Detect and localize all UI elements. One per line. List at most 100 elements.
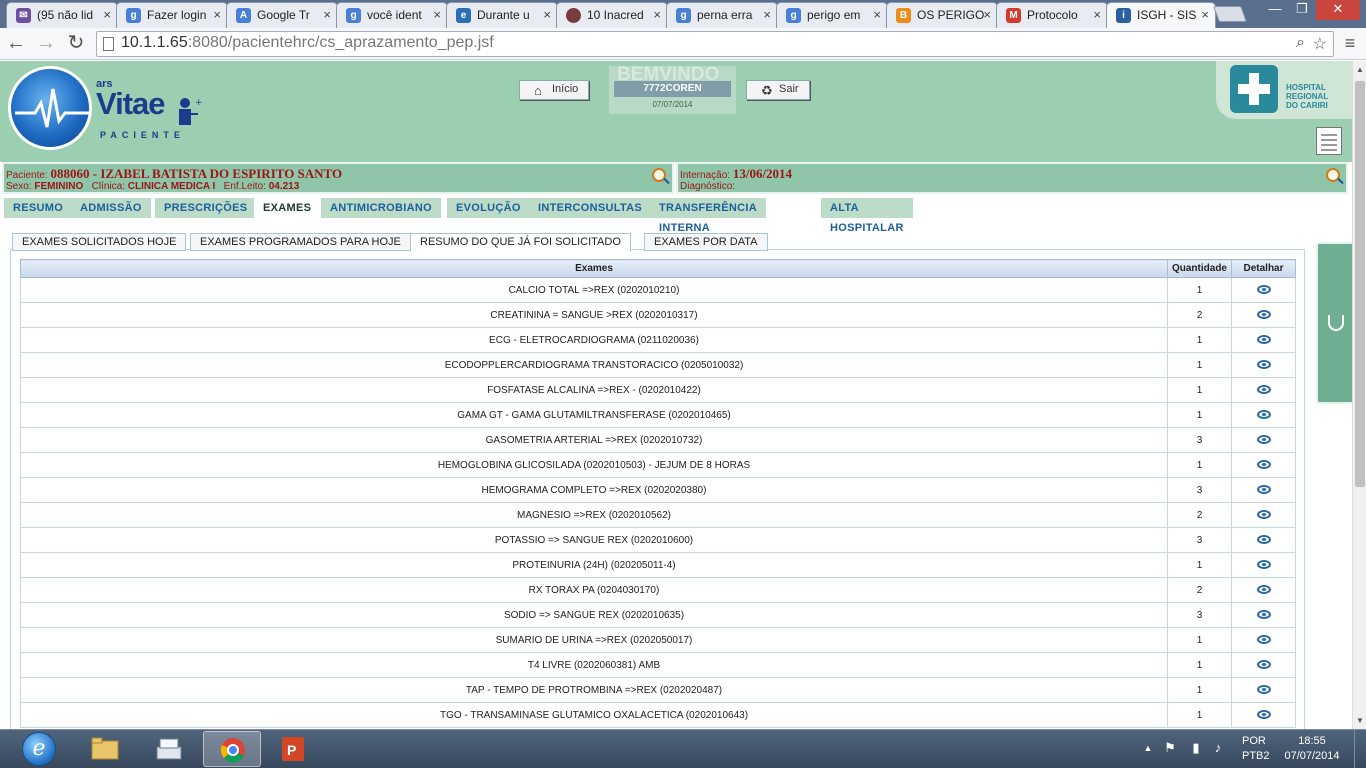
home-button[interactable]: ⌂ Início [519, 80, 590, 100]
view-detail-icon[interactable] [1256, 560, 1271, 570]
menu-exames[interactable]: EXAMES [254, 198, 321, 218]
new-tab-button[interactable] [1213, 6, 1247, 22]
table-row[interactable]: CALCIO TOTAL =>REX (0202010210) 1 [20, 277, 1296, 303]
close-icon[interactable]: × [433, 7, 441, 22]
menu-icon[interactable]: ≡ [1338, 32, 1362, 56]
vertical-scrollbar[interactable]: ▲ ▼ [1352, 61, 1366, 729]
view-detail-icon[interactable] [1256, 410, 1271, 420]
column-header-quantidade[interactable]: Quantidade [1167, 259, 1232, 278]
browser-tab[interactable]: M Protocolo × [996, 2, 1108, 28]
show-hidden-icons[interactable]: ▲ [1140, 740, 1156, 756]
close-icon[interactable]: × [323, 7, 331, 22]
view-detail-icon[interactable] [1256, 360, 1271, 370]
table-row[interactable]: T4 LIVRE (0202060381) AMB 1 [20, 652, 1296, 678]
table-row[interactable]: HEMOGRAMA COMPLETO =>REX (0202020380) 3 [20, 477, 1296, 503]
table-row[interactable]: ECODOPPLERCARDIOGRAMA TRANSTORACICO (020… [20, 352, 1296, 378]
taskbar-powerpoint[interactable]: P [264, 731, 322, 767]
browser-tab[interactable]: B OS PERIGO × [886, 2, 998, 28]
scrollbar-thumb[interactable] [1355, 81, 1365, 487]
network-icon[interactable]: ⚑ [1162, 740, 1178, 756]
volume-icon[interactable]: ♪ [1210, 740, 1226, 756]
document-icon[interactable] [1316, 127, 1342, 155]
view-detail-icon[interactable] [1256, 585, 1271, 595]
close-icon[interactable]: × [873, 7, 881, 22]
table-row[interactable]: MAGNESIO =>REX (0202010562) 2 [20, 502, 1296, 528]
close-icon[interactable]: × [983, 7, 991, 22]
taskbar-chrome[interactable] [203, 731, 261, 767]
side-panel-tab[interactable] [1316, 242, 1352, 404]
view-detail-icon[interactable] [1256, 660, 1271, 670]
menu-alta-hospitalar[interactable]: ALTA HOSPITALAR [821, 198, 913, 234]
address-bar[interactable]: 10.1.1.65:8080/pacientehrc/cs_aprazament… [96, 31, 1334, 57]
close-icon[interactable]: × [543, 7, 551, 22]
browser-tab[interactable]: A Google Tr × [226, 2, 338, 28]
view-detail-icon[interactable] [1256, 335, 1271, 345]
bookmark-star-icon[interactable]: ☆ [1313, 34, 1327, 54]
view-detail-icon[interactable] [1256, 285, 1271, 295]
table-row[interactable]: TGO - TRANSAMINASE GLUTAMICO OXALACETICA… [20, 702, 1296, 728]
language-indicator[interactable]: POR PTB2 [1242, 735, 1270, 762]
view-detail-icon[interactable] [1256, 635, 1271, 645]
browser-tab[interactable]: 10 Inacred × [556, 2, 668, 28]
close-icon[interactable]: × [763, 7, 771, 22]
menu-transferencia-interna[interactable]: TRANSFERÊNCIA INTERNA [650, 198, 766, 234]
column-header-exames[interactable]: Exames [20, 259, 1168, 278]
menu-prescricoes[interactable]: PRESCRIÇÕES [155, 198, 257, 218]
logout-button[interactable]: ♻ Sair [746, 80, 810, 100]
browser-tab[interactable]: g perigo em × [776, 2, 888, 28]
menu-interconsultas[interactable]: INTERCONSULTAS [529, 198, 652, 218]
menu-resumo[interactable]: RESUMO [4, 198, 73, 218]
browser-tab-active[interactable]: i ISGH - SIS × [1106, 2, 1216, 28]
tab-exames-solicitados-hoje[interactable]: EXAMES SOLICITADOS HOJE [12, 233, 187, 251]
table-row[interactable]: GASOMETRIA ARTERIAL =>REX (0202010732) 3 [20, 427, 1296, 453]
maximize-button[interactable]: ❐ [1289, 0, 1315, 20]
close-icon[interactable]: × [213, 7, 221, 22]
table-row[interactable]: HEMOGLOBINA GLICOSILADA (0202010503) - J… [20, 452, 1296, 478]
browser-tab[interactable]: ✉ (95 não lid × [6, 2, 118, 28]
table-row[interactable]: TAP - TEMPO DE PROTROMBINA =>REX (020202… [20, 677, 1296, 703]
view-detail-icon[interactable] [1256, 685, 1271, 695]
close-icon[interactable]: × [103, 7, 111, 22]
minimize-button[interactable]: — [1262, 0, 1288, 20]
clock[interactable]: 18:55 07/07/2014 [1282, 735, 1342, 762]
table-row[interactable]: RX TORAX PA (0204030170) 2 [20, 577, 1296, 603]
table-row[interactable]: SUMARIO DE URINA =>REX (0202050017) 1 [20, 627, 1296, 653]
view-detail-icon[interactable] [1256, 610, 1271, 620]
browser-tab[interactable]: e Durante u × [446, 2, 558, 28]
close-icon[interactable]: × [1093, 7, 1101, 22]
taskbar-scanner[interactable] [140, 731, 198, 767]
battery-icon[interactable]: ▮ [1188, 740, 1204, 756]
view-detail-icon[interactable] [1256, 385, 1271, 395]
close-icon[interactable]: × [1201, 7, 1209, 22]
start-button[interactable]: e [22, 732, 56, 766]
table-row[interactable]: SODIO => SANGUE REX (0202010635) 3 [20, 602, 1296, 628]
scroll-up-icon[interactable]: ▲ [1356, 65, 1364, 74]
table-row[interactable]: PROTEINURIA (24H) (020205011-4) 1 [20, 552, 1296, 578]
search-icon[interactable] [1326, 168, 1340, 182]
table-row[interactable]: POTASSIO => SANGUE REX (0202010600) 3 [20, 527, 1296, 553]
table-row[interactable]: GAMA GT - GAMA GLUTAMILTRANSFERASE (0202… [20, 402, 1296, 428]
close-window-button[interactable]: ✕ [1316, 0, 1360, 20]
taskbar-explorer[interactable] [76, 731, 134, 767]
menu-evolucao[interactable]: EVOLUÇÃO [447, 198, 530, 218]
tab-exames-por-data[interactable]: EXAMES POR DATA [644, 233, 768, 251]
view-detail-icon[interactable] [1256, 485, 1271, 495]
menu-admissao[interactable]: ADMISSÃO [71, 198, 151, 218]
browser-tab[interactable]: g você ident × [336, 2, 448, 28]
close-icon[interactable]: × [653, 7, 661, 22]
reload-icon[interactable]: ↻ [64, 32, 88, 56]
table-row[interactable]: ECG - ELETROCARDIOGRAMA (0211020036) 1 [20, 327, 1296, 353]
browser-tab[interactable]: g Fazer login × [116, 2, 228, 28]
scroll-down-icon[interactable]: ▼ [1356, 716, 1364, 725]
tab-resumo-solicitado[interactable]: RESUMO DO QUE JÁ FOI SOLICITADO [410, 233, 631, 252]
view-detail-icon[interactable] [1256, 310, 1271, 320]
forward-icon[interactable]: → [34, 32, 58, 56]
tab-exames-programados-hoje[interactable]: EXAMES PROGRAMADOS PARA HOJE [190, 233, 411, 251]
menu-antimicrobiano[interactable]: ANTIMICROBIANO [321, 198, 441, 218]
table-row[interactable]: CREATININA = SANGUE >REX (0202010317) 2 [20, 302, 1296, 328]
view-detail-icon[interactable] [1256, 510, 1271, 520]
view-detail-icon[interactable] [1256, 535, 1271, 545]
search-icon[interactable] [652, 168, 666, 182]
view-detail-icon[interactable] [1256, 435, 1271, 445]
view-detail-icon[interactable] [1256, 460, 1271, 470]
